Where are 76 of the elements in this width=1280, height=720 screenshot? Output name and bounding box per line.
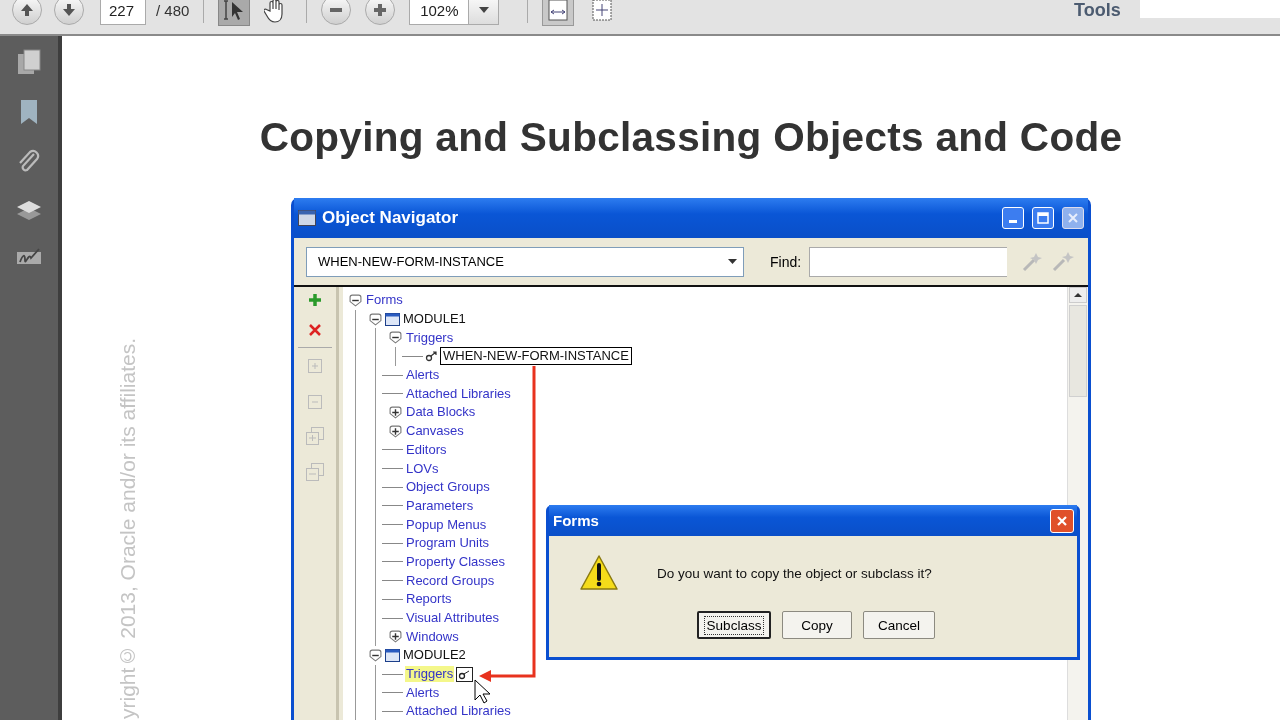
close-button[interactable]	[1062, 207, 1084, 229]
caret-icon	[727, 259, 737, 264]
maximize-icon	[1037, 212, 1049, 224]
dialog-button[interactable]: Copy	[782, 611, 852, 639]
tree-item[interactable]: MODULE2	[402, 647, 467, 664]
dialog-button[interactable]: Cancel	[863, 611, 935, 639]
close-icon	[1056, 514, 1068, 527]
tree-item[interactable]: Editors	[405, 441, 448, 458]
tree-item[interactable]: Alerts	[405, 367, 441, 384]
window-title: Object Navigator	[322, 208, 460, 228]
tree-item[interactable]: Attached Libraries	[405, 703, 512, 720]
tree-item[interactable]: Record Groups	[405, 572, 496, 589]
scrollbar-thumb[interactable]	[1069, 305, 1087, 397]
tree-item[interactable]: Alerts	[405, 684, 441, 701]
fit-width-button[interactable]	[542, 0, 575, 26]
tree-item[interactable]: Forms	[365, 292, 404, 309]
collapse-icon[interactable]	[389, 331, 402, 345]
trigger-icon	[425, 350, 439, 363]
tree-item[interactable]: LOVs	[405, 460, 440, 477]
tree-item[interactable]: Object Groups	[405, 479, 491, 496]
tree-item[interactable]: Visual Attributes	[405, 610, 500, 627]
tree-item[interactable]: Attached Libraries	[405, 385, 512, 402]
close-icon	[1068, 213, 1078, 223]
tree-item[interactable]: Program Units	[405, 535, 491, 552]
tree-item[interactable]: MODULE1	[402, 311, 467, 328]
drag-copy-icon	[456, 666, 474, 682]
tree-item[interactable]: Property Classes	[405, 553, 506, 570]
scroll-up-icon[interactable]	[1069, 287, 1087, 303]
dialog-title: Forms	[553, 512, 600, 529]
page-count: / 480	[156, 1, 190, 19]
zoom-in-button[interactable]	[365, 0, 396, 25]
zoom-field[interactable]: 102%	[409, 0, 470, 25]
copyright-notice: yright© 2013, Oracle and/or its affiliates.	[116, 338, 140, 719]
maximize-button[interactable]	[1032, 207, 1054, 229]
zoom-dropdown-button[interactable]	[469, 0, 500, 25]
tree-item[interactable]: Reports	[405, 591, 453, 608]
collapse-icon[interactable]	[369, 648, 382, 662]
delete-icon[interactable]	[308, 323, 322, 337]
tree-item[interactable]: WHEN-NEW-FORM-INSTANCE	[441, 348, 631, 365]
tree-item[interactable]: Popup Menus	[405, 516, 488, 533]
collapse-icon[interactable]	[369, 312, 382, 326]
find-field[interactable]	[809, 246, 1008, 277]
minimize-button[interactable]	[1002, 207, 1024, 229]
dialog-message: Do you want to copy the object or subclass it?	[657, 565, 932, 581]
expand-icon[interactable]	[389, 405, 402, 419]
tree-item[interactable]: Canvases	[405, 423, 465, 440]
warning-icon	[579, 554, 619, 592]
module-icon	[385, 312, 400, 326]
zoom-out-button[interactable]	[321, 0, 352, 25]
arrow-up-icon	[19, 2, 35, 18]
tree-item[interactable]: Data Blocks	[405, 404, 477, 421]
tree-item[interactable]: Parameters	[405, 497, 475, 514]
minimize-icon	[1009, 220, 1017, 223]
expand-icon[interactable]	[389, 424, 402, 438]
mouse-cursor-icon	[474, 679, 491, 704]
find-label: Find:	[770, 253, 802, 270]
caret-icon	[478, 7, 489, 13]
page-number-field[interactable]: 227	[100, 0, 146, 25]
create-icon[interactable]	[308, 293, 322, 307]
plus-icon	[373, 3, 388, 17]
collapse-icon[interactable]	[349, 293, 362, 307]
next-page-button[interactable]	[54, 0, 84, 25]
expand-icon[interactable]	[389, 630, 402, 644]
dialog-button[interactable]: Subclass	[697, 611, 771, 639]
arrow-down-icon	[61, 2, 77, 18]
pages-icon[interactable]	[16, 48, 42, 76]
slide-title: Copying and Subclassing Objects and Code	[259, 116, 1123, 158]
tools-button[interactable]: Tools	[1074, 0, 1121, 21]
previous-page-button[interactable]	[12, 0, 42, 25]
object-dropdown[interactable]: WHEN-NEW-FORM-INSTANCE	[306, 246, 744, 277]
select-tool-button[interactable]	[218, 0, 251, 26]
window-icon	[298, 210, 316, 226]
tree-item[interactable]: Triggers	[405, 666, 455, 683]
tree-item[interactable]: Windows	[405, 628, 460, 645]
tree-item[interactable]: Triggers	[405, 329, 455, 346]
module-icon	[385, 648, 400, 662]
